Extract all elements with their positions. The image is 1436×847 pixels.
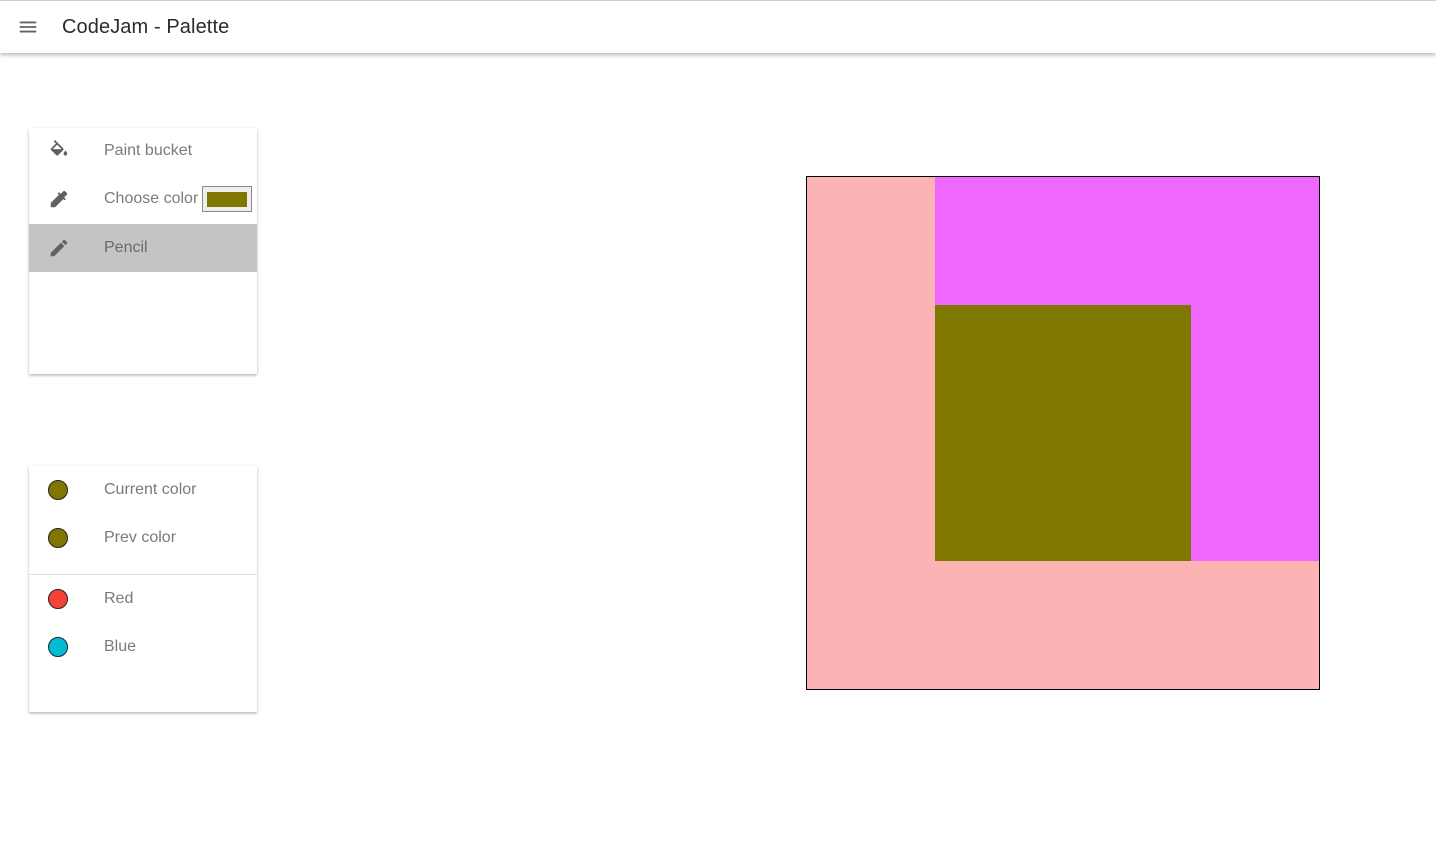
tool-label: Paint bucket [104, 142, 193, 159]
canvas-cell[interactable] [1191, 177, 1319, 305]
canvas-cell[interactable] [1191, 433, 1319, 561]
color-label: Blue [104, 638, 137, 655]
canvas-cell[interactable] [1191, 305, 1319, 433]
current-color-dot [48, 480, 68, 500]
canvas-cell[interactable] [935, 305, 1063, 433]
canvas-cell[interactable] [807, 177, 935, 305]
canvas-cell[interactable] [1191, 561, 1319, 689]
tool-label: Pencil [104, 239, 148, 256]
tool-label: Choose color [104, 190, 199, 207]
color-label: Current color [104, 481, 197, 498]
preset-color-blue[interactable]: Blue [29, 623, 257, 671]
prev-color-item[interactable]: Prev color [29, 514, 257, 562]
color-label: Prev color [104, 529, 177, 546]
prev-color-dot [48, 528, 68, 548]
canvas-cell[interactable] [935, 433, 1063, 561]
canvas-cell[interactable] [807, 433, 935, 561]
canvas-cell[interactable] [807, 305, 935, 433]
color-label: Red [104, 590, 134, 607]
color-picker-input[interactable] [202, 186, 252, 212]
eyedropper-icon [29, 188, 104, 210]
canvas-cell[interactable] [935, 177, 1063, 305]
red-color-dot [48, 589, 68, 609]
drawing-canvas[interactable] [806, 176, 1320, 690]
tool-choose-color[interactable]: Choose color [29, 174, 257, 224]
tool-paint-bucket[interactable]: Paint bucket [29, 128, 257, 174]
canvas-cell[interactable] [1063, 177, 1191, 305]
colors-panel: Current color Prev color Red Blue [29, 466, 257, 712]
blue-color-dot [48, 637, 68, 657]
menu-button[interactable] [0, 1, 56, 54]
canvas-cell[interactable] [1063, 305, 1191, 433]
color-picker-swatch [207, 191, 247, 207]
tools-panel: Paint bucket Choose color Pencil [29, 128, 257, 374]
canvas-cell[interactable] [1063, 561, 1191, 689]
menu-icon [19, 21, 37, 33]
app-title: CodeJam - Palette [62, 15, 230, 38]
current-color-item[interactable]: Current color [29, 466, 257, 514]
app-bar: CodeJam - Palette [0, 0, 1436, 53]
tool-pencil[interactable]: Pencil [29, 224, 257, 272]
pencil-icon [29, 237, 104, 259]
canvas-cell[interactable] [935, 561, 1063, 689]
canvas-cell[interactable] [1063, 433, 1191, 561]
canvas-cell[interactable] [807, 561, 935, 689]
preset-color-red[interactable]: Red [29, 575, 257, 623]
paint-bucket-icon [29, 140, 104, 162]
